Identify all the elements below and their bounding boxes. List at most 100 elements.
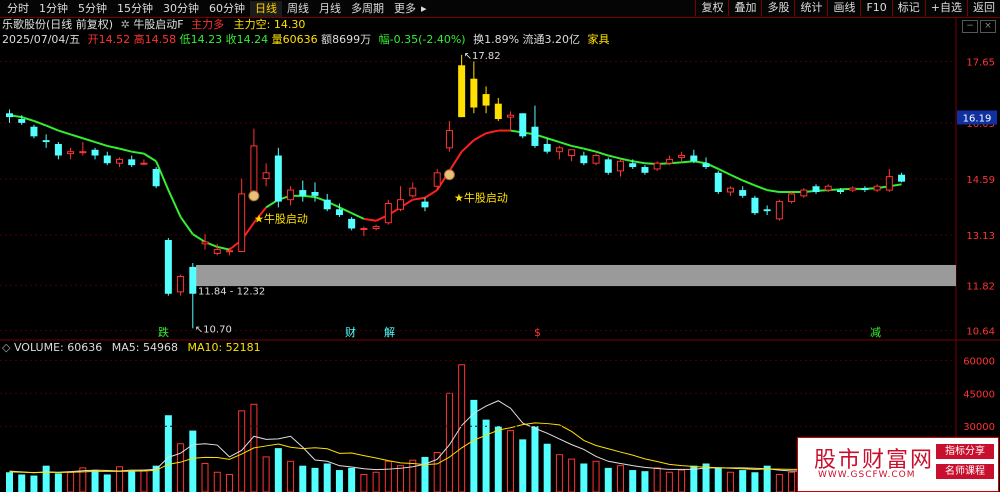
ma-segment-50 [608,154,621,160]
candlestick-chart[interactable]: ↖17.82 ↖10.70 11.84 - 12.32 ★牛股启动 ★牛股启动跌 财 解 $ 减… [0,0,1000,492]
candle-body-45 [555,147,563,153]
candle-body-61 [751,197,759,214]
quote-sector[interactable]: 家具 [588,33,610,46]
ma-segment-13 [155,160,170,191]
period-tab-4[interactable]: 30分钟 [158,1,204,17]
toolbar-button-7[interactable]: +自选 [924,0,967,16]
period-tab-0[interactable]: 分时 [2,1,34,17]
volume-bar-59 [726,471,734,492]
toolbar-button-3[interactable]: 统计 [794,0,827,16]
band-range-label: 11.84 - 12.32 [198,287,265,298]
candle-body-62 [763,209,771,212]
period-tabs: 分时 1分钟 5分钟 15分钟 30分钟 60分钟 日线 周线 月线 多周期 更多 ▸ [2,1,427,17]
candle-body-50 [617,160,624,172]
indicator-name[interactable]: 牛股启动F [133,18,183,31]
toolbar-button-8[interactable]: 返回 [967,0,1000,16]
toolbar-button-1[interactable]: 叠加 [728,0,761,16]
volume-bar-47 [580,463,588,492]
candle-body-56 [690,155,698,162]
event-mark-die: 跌 [158,325,169,339]
stock-name[interactable]: 乐歌股份(日线 前复权) [2,18,113,31]
candle-body-58 [714,172,722,192]
volume-bar-44 [543,443,551,492]
candle-body-48 [592,155,600,164]
ma-segment-37 [448,151,463,172]
period-tab-7[interactable]: 周线 [282,1,314,17]
volume-ma5: MA5: 54968 [111,341,178,354]
toolbar-button-4[interactable]: 画线 [827,0,860,16]
period-tab-8[interactable]: 月线 [314,1,346,17]
current-price-tag: 16.19 [963,114,992,125]
volume-bar-14 [177,443,185,492]
volume-bar-34 [421,456,429,492]
candle-body-33 [409,187,417,197]
ma-segment-58 [705,162,719,170]
ma-segment-29 [351,212,365,220]
candle-body-37 [458,65,466,118]
ma-segment-45 [546,137,560,144]
quote-line: 2025/07/04/五 开14.52 高14.58 低14.23 收14.24… [2,33,610,47]
candle-body-53 [653,162,661,170]
ma-segment-32 [387,206,402,216]
ma-segment-12 [143,152,157,163]
volume-bar-25 [311,467,319,492]
toolbar-button-2[interactable]: 多股 [761,0,794,16]
more-caret-icon[interactable]: ▸ [421,1,427,17]
candle-body-25 [311,192,319,196]
period-tab-6[interactable]: 日线 [250,1,282,17]
candle-body-0 [6,113,13,118]
period-tab-5[interactable]: 60分钟 [204,1,250,17]
ma-segment-18 [217,245,230,251]
ma-segment-54 [657,162,670,165]
period-tab-3[interactable]: 15分钟 [112,1,158,17]
candle-body-54 [665,158,673,164]
volume-bar-52 [641,471,649,492]
ma-segment-3 [33,120,47,127]
candle-body-51 [629,163,637,168]
candle-body-42 [519,113,527,137]
candle-body-41 [507,114,515,118]
candle-body-57 [702,163,710,168]
candle-body-17 [213,249,221,254]
candle-body-29 [360,227,368,230]
candle-body-26 [323,199,331,210]
ma-segment-5 [58,129,71,136]
candle-body-14 [177,275,185,293]
candle-body-71 [873,185,881,191]
candle-body-38 [470,78,478,108]
volume-bar-39 [482,419,490,492]
candle-body-55 [678,155,686,158]
ma-segment-40 [485,129,499,135]
ma-segment-10 [119,147,132,153]
ma-segment-8 [94,141,108,147]
volume-ma10: MA10: 52181 [187,341,261,354]
period-toolbar: 分时 1分钟 5分钟 15分钟 30分钟 60分钟 日线 周线 月线 多周期 更多 ▸ 复权 叠加 多股统… [0,0,1000,18]
period-tab-10[interactable]: 更多 [389,1,421,17]
vol-toggle-icon[interactable]: ◇ [2,341,10,354]
volume-bar-32 [397,465,405,492]
volume-bar-11 [140,469,148,492]
ma-segment-44 [534,133,548,140]
ma-segment-72 [876,185,890,190]
volume-bar-6 [79,467,87,492]
ma-segment-19 [228,239,243,251]
settings-icon[interactable]: ✲ [121,18,130,31]
ma-segment-51 [620,157,633,163]
ma-segment-11 [131,150,145,155]
candle-body-43 [531,126,539,146]
ma-segment-35 [424,189,438,199]
period-tab-2[interactable]: 5分钟 [73,1,112,17]
event-mark-cai: 财 [345,325,356,339]
toolbar-button-0[interactable]: 复权 [695,0,728,16]
quote-low: 低14.23 [179,33,223,46]
candle-body-35 [433,172,441,187]
collapse-icon[interactable]: − [962,20,978,33]
volume-bar-36 [445,392,453,492]
period-tab-9[interactable]: 多周期 [346,1,389,17]
toolbar-button-5[interactable]: F10 [860,0,891,16]
toolbar-button-6[interactable]: 标记 [891,0,925,16]
ma-segment-26 [314,196,328,203]
period-tab-1[interactable]: 1分钟 [34,1,73,17]
close-icon[interactable]: × [980,20,996,33]
quote-close: 收14.24 [225,33,269,46]
